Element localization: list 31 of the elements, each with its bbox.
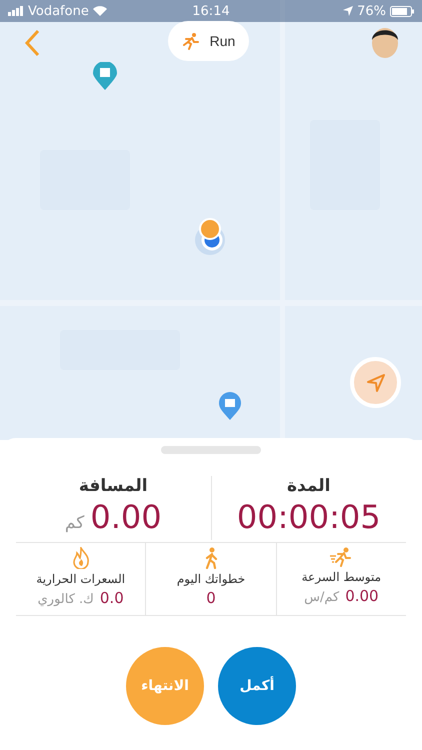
unit-label: كم — [64, 513, 84, 533]
map-pin-icon[interactable] — [93, 62, 117, 90]
avatar-icon[interactable] — [370, 25, 400, 59]
map-pin-icon[interactable] — [219, 392, 241, 420]
metric-label: متوسط السرعة — [302, 570, 382, 584]
battery-icon — [390, 6, 414, 16]
battery-percent: 76% — [357, 4, 386, 18]
metric-value: 0.0 — [100, 589, 124, 607]
metric-value: 0.00 — [345, 587, 379, 605]
unit-label: كم/س — [304, 590, 340, 605]
continue-button[interactable]: أكمل — [218, 647, 296, 725]
unit-label: ك. كالوري — [38, 592, 94, 607]
runner-icon — [182, 32, 200, 50]
stat-label: المدة — [287, 476, 330, 496]
location-icon — [343, 6, 354, 16]
metric-label: خطواتك اليوم — [176, 572, 246, 586]
metric-label: السعرات الحرارية — [36, 572, 126, 586]
carrier-name: Vodafone — [28, 4, 89, 18]
signal-icon — [8, 6, 24, 16]
drag-handle[interactable] — [161, 446, 261, 454]
wifi-icon — [92, 6, 107, 16]
navigation-arrow-icon — [366, 372, 386, 392]
clock-time: 16:14 — [192, 4, 230, 18]
stat-label: المسافة — [78, 476, 148, 496]
stat-value: 0.00 — [90, 498, 162, 536]
metric-value: 0 — [206, 589, 216, 607]
stat-value: 00:00:05 — [236, 498, 381, 536]
walker-icon — [204, 547, 218, 569]
runner-icon — [330, 547, 352, 567]
flame-icon — [72, 547, 90, 569]
activity-button[interactable]: Run — [168, 21, 249, 61]
